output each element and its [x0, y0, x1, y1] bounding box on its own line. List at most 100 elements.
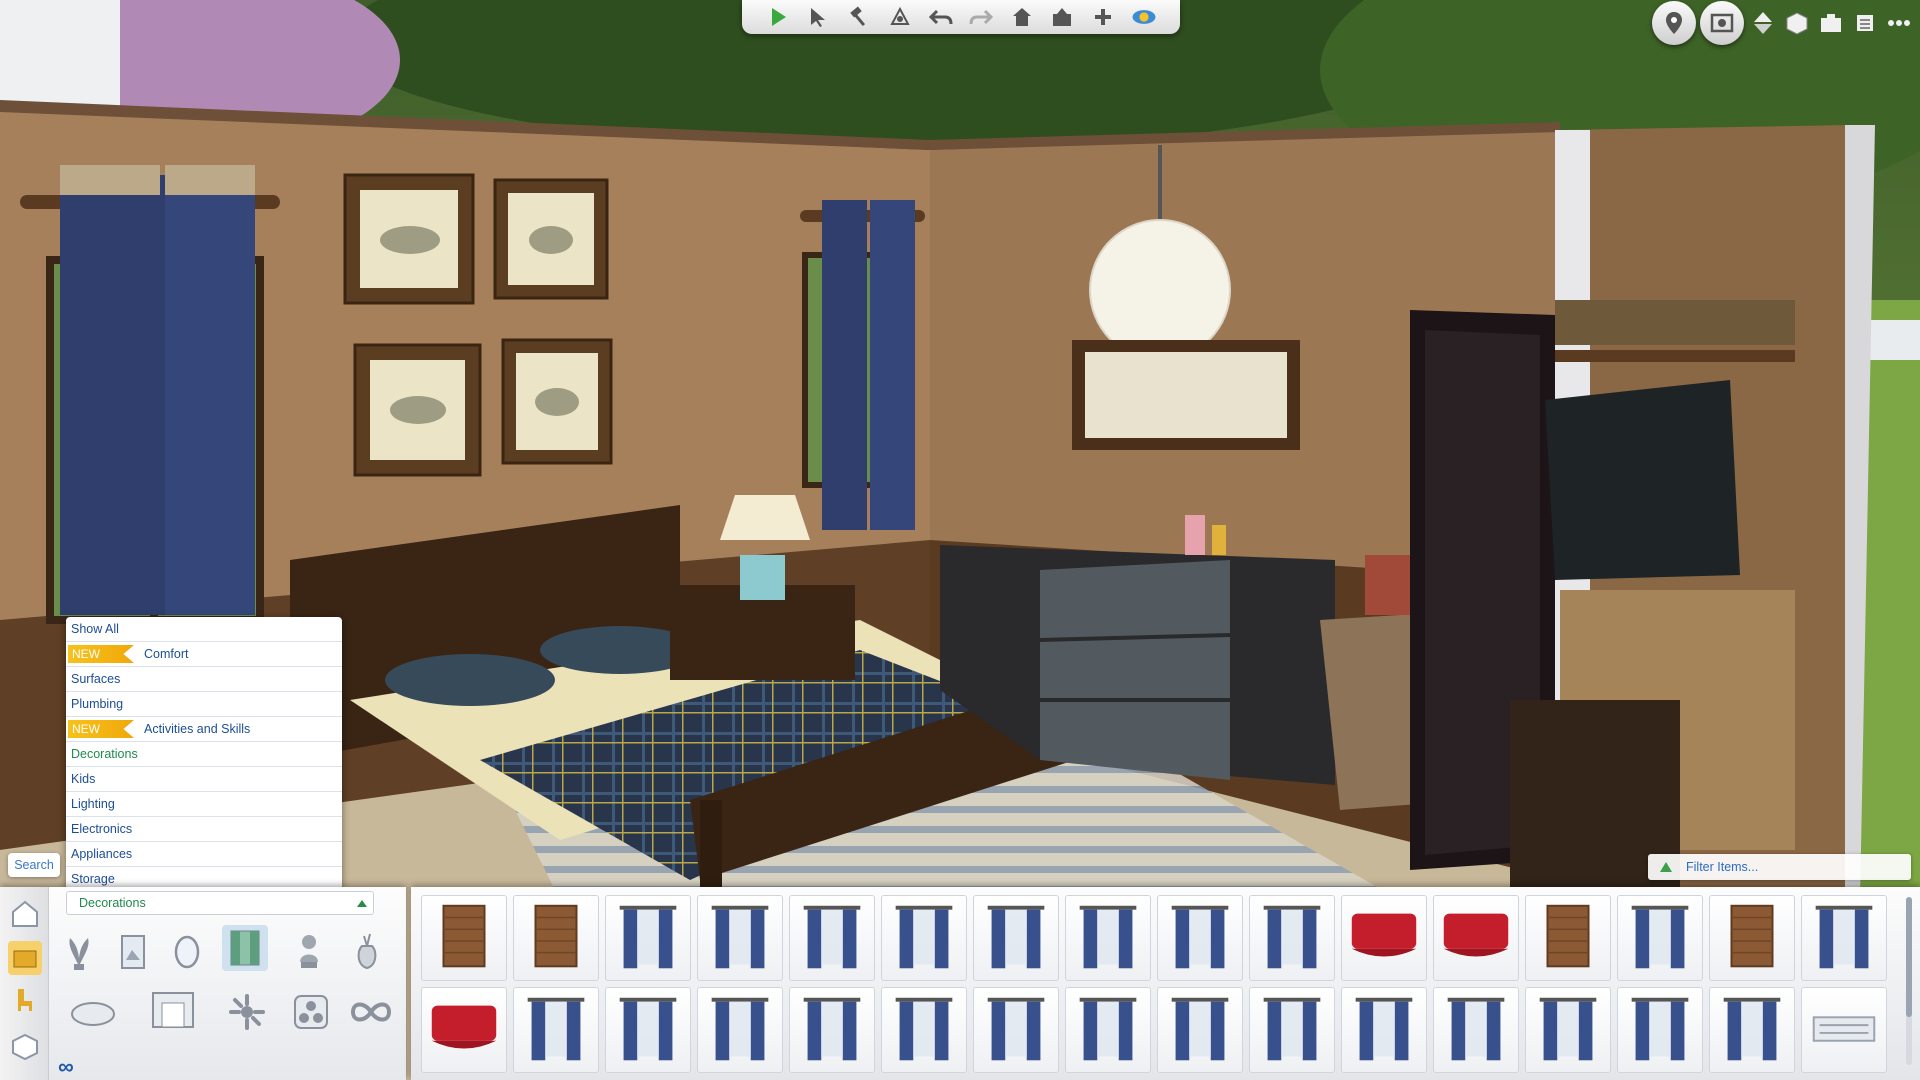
curtain-icon	[1631, 997, 1689, 1061]
vent-icon	[1812, 1016, 1876, 1042]
cube-icon[interactable]	[1782, 8, 1812, 38]
catalog-item-curtain[interactable]	[1709, 987, 1795, 1073]
build-mode-toolbar	[742, 0, 1180, 34]
camera-mode-icon[interactable]	[1816, 8, 1846, 38]
category-dropdown[interactable]: Decorations	[66, 891, 374, 915]
category-item-activities-and-skills[interactable]: NEW Activities and Skills	[66, 717, 342, 742]
category-item-kids[interactable]: Kids	[66, 767, 342, 792]
level-up-icon[interactable]	[1748, 8, 1778, 38]
catalog-item-curtain[interactable]	[1525, 987, 1611, 1073]
catalog-item-curtain[interactable]	[1617, 895, 1703, 981]
curtain-icon	[1723, 997, 1781, 1061]
valance-icon	[431, 1005, 497, 1049]
curtain-icon	[1171, 997, 1229, 1061]
select-icon[interactable]	[806, 4, 832, 30]
catalog-item-valance[interactable]	[421, 987, 507, 1073]
catalog-item-valance[interactable]	[1433, 895, 1519, 981]
eye-toggle-icon[interactable]	[1131, 4, 1157, 30]
category-item-show-all[interactable]: Show All	[66, 617, 342, 642]
filter-items-input[interactable]: Filter Items...	[1648, 854, 1911, 880]
catalog-item-curtain[interactable]	[881, 895, 967, 981]
category-item-comfort[interactable]: NEW Comfort	[66, 642, 342, 667]
catalog-item-curtain[interactable]	[1065, 987, 1151, 1073]
design-tool-icon[interactable]	[887, 4, 913, 30]
house-icon[interactable]	[1009, 4, 1035, 30]
category-item-lighting[interactable]: Lighting	[66, 792, 342, 817]
catalog-item-valance[interactable]	[1341, 895, 1427, 981]
mirror-icon[interactable]	[162, 927, 212, 977]
catalog-item-curtain[interactable]	[1617, 987, 1703, 1073]
catalog-item-curtain[interactable]	[697, 895, 783, 981]
catalog-item-curtain[interactable]	[1249, 987, 1335, 1073]
chair-icon[interactable]	[8, 983, 42, 1017]
category-item-appliances[interactable]: Appliances	[66, 842, 342, 867]
misc-icon[interactable]	[286, 987, 336, 1037]
catalog-item-curtain[interactable]	[605, 987, 691, 1073]
rug-icon[interactable]	[68, 989, 118, 1039]
fireplace-icon[interactable]	[148, 985, 198, 1035]
top-right-controls	[1652, 0, 1914, 46]
category-label: Plumbing	[71, 697, 124, 711]
infinity-icon[interactable]	[346, 987, 396, 1037]
valance-icon	[1351, 913, 1417, 957]
curtain-icon	[895, 997, 953, 1061]
sledgehammer-icon[interactable]	[846, 4, 872, 30]
map-pin-icon[interactable]	[1652, 1, 1696, 45]
catalog-item-blinds[interactable]	[421, 895, 507, 981]
catalog-item-curtain[interactable]	[789, 895, 875, 981]
catalog-item-curtain[interactable]	[1157, 987, 1243, 1073]
category-item-plumbing[interactable]: Plumbing	[66, 692, 342, 717]
clutter-icon[interactable]	[222, 987, 272, 1037]
curtain-icon	[803, 905, 861, 969]
catalog-item-curtain[interactable]	[1157, 895, 1243, 981]
category-item-electronics[interactable]: Electronics	[66, 817, 342, 842]
catalog-item-blinds[interactable]	[1709, 895, 1795, 981]
catalog-item-curtain[interactable]	[973, 895, 1059, 981]
more-icon[interactable]	[1884, 8, 1914, 38]
catalog-item-curtain[interactable]	[1433, 987, 1519, 1073]
catalog-item-curtain[interactable]	[1341, 987, 1427, 1073]
curtain-icon	[1263, 905, 1321, 969]
catalog-item-vent[interactable]	[1801, 987, 1887, 1073]
scroll-thumb[interactable]	[1906, 897, 1912, 1017]
filter-placeholder: Filter Items...	[1686, 860, 1759, 874]
category-item-decorations[interactable]: Decorations	[66, 742, 342, 767]
undo-icon[interactable]	[928, 4, 954, 30]
search-button[interactable]: Search	[8, 853, 60, 877]
lot-icon[interactable]	[1049, 4, 1075, 30]
catalog-item-curtain[interactable]	[513, 987, 599, 1073]
item-grid-scrollbar[interactable]	[1906, 897, 1912, 1065]
infinity-footer-icon: ∞	[58, 1054, 74, 1079]
add-icon[interactable]	[1090, 4, 1116, 30]
curtain-icon	[1171, 905, 1229, 969]
blinds-icon	[442, 904, 486, 968]
box-icon[interactable]	[8, 1029, 42, 1063]
curtain-icon	[1815, 905, 1873, 969]
category-item-surfaces[interactable]: Surfaces	[66, 667, 342, 692]
house-icon[interactable]	[8, 897, 42, 931]
catalog-item-curtain[interactable]	[1065, 895, 1151, 981]
catalog-item-blinds[interactable]	[1525, 895, 1611, 981]
room-icon[interactable]	[8, 941, 42, 975]
window-dressing-icon[interactable]	[222, 925, 268, 971]
statue-icon[interactable]	[284, 927, 334, 977]
wall-art-icon[interactable]	[108, 927, 158, 977]
catalog-item-blinds[interactable]	[513, 895, 599, 981]
catalog-item-curtain[interactable]	[789, 987, 875, 1073]
blinds-icon	[534, 904, 578, 968]
category-label: Appliances	[71, 847, 133, 861]
plant-icon[interactable]	[54, 927, 104, 977]
catalog-item-curtain[interactable]	[973, 987, 1059, 1073]
catalog-item-curtain[interactable]	[881, 987, 967, 1073]
list-icon[interactable]	[1850, 8, 1880, 38]
redo-icon[interactable]	[968, 4, 994, 30]
category-label: Show All	[71, 622, 119, 636]
catalog-item-curtain[interactable]	[1801, 895, 1887, 981]
catalog-item-curtain[interactable]	[697, 987, 783, 1073]
category-label: Electronics	[71, 822, 133, 836]
camera-icon[interactable]	[1700, 1, 1744, 45]
catalog-item-curtain[interactable]	[605, 895, 691, 981]
play-icon[interactable]	[765, 4, 791, 30]
vase-icon[interactable]	[342, 927, 392, 977]
catalog-item-curtain[interactable]	[1249, 895, 1335, 981]
